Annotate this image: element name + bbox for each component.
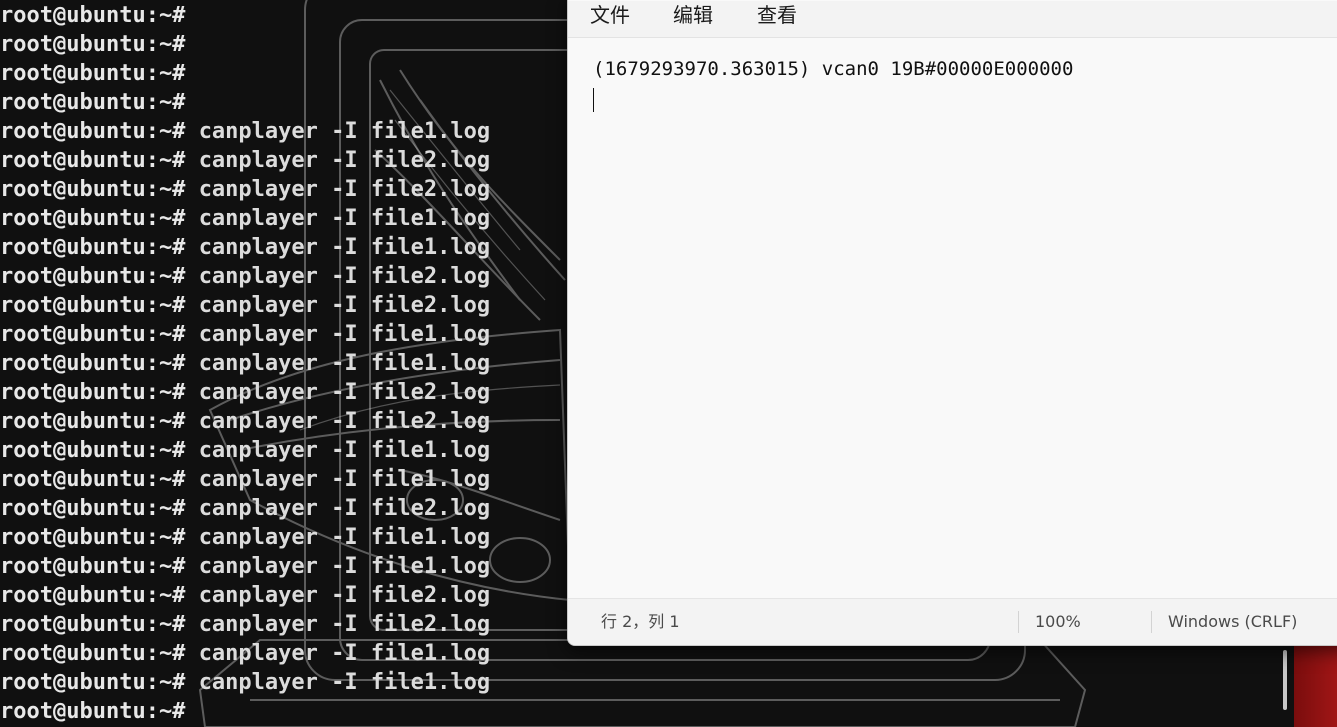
terminal-command: canplayer -I file1.log [198, 438, 491, 463]
terminal-command: canplayer -I file2.log [198, 264, 491, 289]
terminal-line: root@ubuntu:~# canplayer -I file1.log [0, 436, 490, 465]
terminal-command: canplayer -I file1.log [198, 206, 491, 231]
menu-edit[interactable]: 编辑 [673, 1, 713, 29]
terminal-command: canplayer -I file1.log [198, 641, 491, 666]
terminal-command: canplayer -I file2.log [198, 148, 491, 173]
terminal-line: root@ubuntu:~# canplayer -I file2.log [0, 494, 490, 523]
terminal-command: canplayer -I file1.log [198, 351, 491, 376]
terminal-line: root@ubuntu:~# canplayer -I file1.log [0, 465, 490, 494]
terminal-command: canplayer -I file2.log [198, 409, 491, 434]
terminal-command: canplayer -I file2.log [198, 612, 491, 637]
terminal-prompt: root@ubuntu:~# [0, 61, 186, 86]
terminal-prompt: root@ubuntu:~# [0, 583, 186, 608]
menu-file[interactable]: 文件 [590, 1, 630, 29]
terminal-command: canplayer -I file2.log [198, 496, 491, 521]
terminal-line: root@ubuntu:~# canplayer -I file1.log [0, 233, 490, 262]
terminal-line: root@ubuntu:~# canplayer -I file2.log [0, 407, 490, 436]
terminal-prompt: root@ubuntu:~# [0, 525, 186, 550]
status-divider [1018, 611, 1019, 633]
terminal-output[interactable]: root@ubuntu:~# root@ubuntu:~# root@ubunt… [0, 1, 490, 726]
terminal-line: root@ubuntu:~# [0, 59, 490, 88]
terminal-line: root@ubuntu:~# canplayer -I file1.log [0, 117, 490, 146]
terminal-command: canplayer -I file1.log [198, 554, 491, 579]
terminal-command: canplayer -I file1.log [198, 322, 491, 347]
terminal-command: canplayer -I file1.log [198, 525, 491, 550]
terminal-prompt: root@ubuntu:~# [0, 641, 186, 666]
terminal-prompt: root@ubuntu:~# [0, 554, 186, 579]
terminal-command: canplayer -I file2.log [198, 380, 491, 405]
terminal-prompt: root@ubuntu:~# [0, 351, 186, 376]
terminal-line: root@ubuntu:~# canplayer -I file1.log [0, 552, 490, 581]
terminal-command: canplayer -I file2.log [198, 293, 491, 318]
status-bar: 行 2，列 1 100% Windows (CRLF) [568, 598, 1337, 645]
status-cursor-position: 行 2，列 1 [601, 612, 680, 631]
terminal-prompt: root@ubuntu:~# [0, 177, 186, 202]
terminal-prompt: root@ubuntu:~# [0, 438, 186, 463]
terminal-line: root@ubuntu:~# [0, 30, 490, 59]
terminal-line: root@ubuntu:~# canplayer -I file2.log [0, 291, 490, 320]
terminal-line: root@ubuntu:~# canplayer -I file2.log [0, 378, 490, 407]
text-editor[interactable]: (1679293970.363015) vcan0 19B#00000E0000… [568, 38, 1337, 598]
terminal-line: root@ubuntu:~# canplayer -I file1.log [0, 523, 490, 552]
terminal-line: root@ubuntu:~# canplayer -I file1.log [0, 204, 490, 233]
terminal-prompt: root@ubuntu:~# [0, 148, 186, 173]
menu-bar: 文件 编辑 查看 [568, 1, 1337, 38]
terminal-prompt: root@ubuntu:~# [0, 206, 186, 231]
terminal-prompt: root@ubuntu:~# [0, 380, 186, 405]
terminal-prompt: root@ubuntu:~# [0, 612, 186, 637]
background-window-edge [1294, 645, 1337, 727]
terminal-prompt: root@ubuntu:~# [0, 119, 186, 144]
terminal-scrollbar[interactable] [1283, 650, 1287, 710]
desktop: root@ubuntu:~# root@ubuntu:~# root@ubunt… [0, 0, 1337, 727]
terminal-prompt: root@ubuntu:~# [0, 496, 186, 521]
terminal-line: root@ubuntu:~# canplayer -I file2.log [0, 581, 490, 610]
terminal-command: canplayer -I file1.log [198, 235, 491, 260]
terminal-line: root@ubuntu:~# [0, 88, 490, 117]
status-zoom[interactable]: 100% [1035, 599, 1081, 645]
terminal-prompt: root@ubuntu:~# [0, 90, 186, 115]
editor-content[interactable]: (1679293970.363015) vcan0 19B#00000E0000… [593, 58, 1073, 80]
terminal-prompt: root@ubuntu:~# [0, 3, 186, 28]
terminal-prompt: root@ubuntu:~# [0, 409, 186, 434]
terminal-prompt: root@ubuntu:~# [0, 264, 186, 289]
terminal-prompt: root@ubuntu:~# [0, 32, 186, 57]
terminal-command: canplayer -I file1.log [198, 119, 491, 144]
terminal-prompt: root@ubuntu:~# [0, 322, 186, 347]
notepad-window[interactable]: 文件 编辑 查看 (1679293970.363015) vcan0 19B#0… [567, 0, 1337, 646]
terminal-prompt: root@ubuntu:~# [0, 670, 186, 695]
terminal-command: canplayer -I file2.log [198, 583, 491, 608]
terminal-prompt: root@ubuntu:~# [0, 235, 186, 260]
terminal-line: root@ubuntu:~# canplayer -I file1.log [0, 349, 490, 378]
terminal-line: root@ubuntu:~# canplayer -I file2.log [0, 262, 490, 291]
terminal-prompt: root@ubuntu:~# [0, 699, 186, 724]
terminal-line: root@ubuntu:~# canplayer -I file2.log [0, 610, 490, 639]
terminal-prompt: root@ubuntu:~# [0, 467, 186, 492]
text-caret [593, 88, 594, 112]
terminal-line: root@ubuntu:~# [0, 697, 490, 726]
terminal-command: canplayer -I file1.log [198, 670, 491, 695]
terminal-line: root@ubuntu:~# canplayer -I file1.log [0, 639, 490, 668]
terminal-line: root@ubuntu:~# canplayer -I file1.log [0, 668, 490, 697]
status-divider [1151, 611, 1152, 633]
terminal-command: canplayer -I file2.log [198, 177, 491, 202]
status-line-ending[interactable]: Windows (CRLF) [1168, 599, 1297, 645]
terminal-line: root@ubuntu:~# canplayer -I file2.log [0, 146, 490, 175]
terminal-line: root@ubuntu:~# [0, 1, 490, 30]
terminal-command: canplayer -I file1.log [198, 467, 491, 492]
terminal-line: root@ubuntu:~# canplayer -I file1.log [0, 320, 490, 349]
menu-view[interactable]: 查看 [757, 1, 797, 29]
terminal-line: root@ubuntu:~# canplayer -I file2.log [0, 175, 490, 204]
terminal-prompt: root@ubuntu:~# [0, 293, 186, 318]
